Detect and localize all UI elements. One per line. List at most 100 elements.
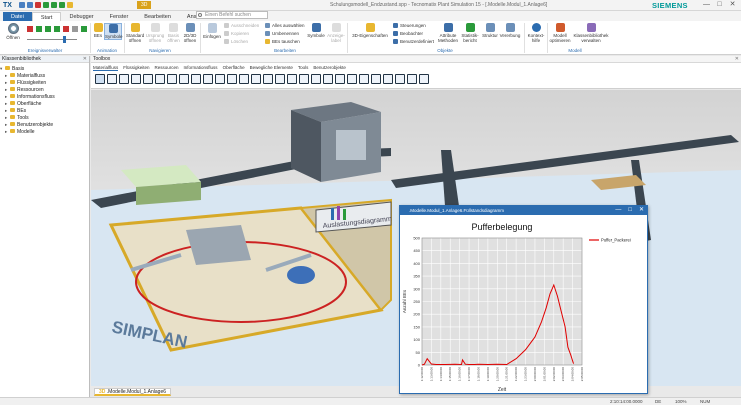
worker-icon[interactable] (407, 74, 417, 84)
toolbox-tab-tools[interactable]: Tools (298, 65, 309, 71)
station-icon[interactable] (167, 74, 177, 84)
tree-item-materialfluss[interactable]: ▸ Materialfluss (0, 72, 89, 79)
umbenennen-button[interactable]: Umbenennen (265, 31, 299, 37)
kontexthilfe-button[interactable]: Kontext-hilfe (527, 23, 545, 43)
twolanetrack-icon[interactable] (335, 74, 345, 84)
tree-item-ressourcen[interactable]: ▸ Ressourcen (0, 86, 89, 93)
symbole-button[interactable]: Symbole (104, 23, 123, 40)
reset-icon[interactable] (27, 26, 33, 32)
track-icon[interactable] (323, 74, 333, 84)
tree-item-fluessigkeiten[interactable]: ▸ Flüssigkeiten (0, 79, 89, 86)
tree-item-informationsfluss[interactable]: ▸ Informationsfluss (0, 93, 89, 100)
play-icon[interactable] (36, 26, 42, 32)
crane-icon[interactable] (383, 74, 393, 84)
maximize-button[interactable]: □ (628, 206, 632, 215)
open-button[interactable]: Öffnen (3, 23, 23, 40)
cycle-icon[interactable] (263, 74, 273, 84)
toolbox-tab-bewegliche-elemente[interactable]: Bewegliche Elemente (250, 65, 293, 71)
frame-icon[interactable] (131, 74, 141, 84)
placebuffer-icon[interactable] (239, 74, 249, 84)
network-icon[interactable] (419, 74, 429, 84)
angularconverter-icon[interactable] (287, 74, 297, 84)
kopieren-button[interactable]: Kopieren (224, 31, 249, 37)
chart-window-titlebar[interactable]: .Modelle.Modul_1.Anlage6.Füllstandsdiagr… (400, 206, 647, 215)
toolbox-tab-ressourcen[interactable]: Ressourcen (155, 65, 179, 71)
line-icon[interactable] (275, 74, 285, 84)
modell-optimieren-button[interactable]: Modell optimieren (548, 23, 572, 43)
step-icon[interactable] (45, 26, 51, 32)
tab-bearbeiten[interactable]: Bearbeiten (136, 12, 179, 21)
tree-item-benutzerobjekte[interactable]: ▸ Benutzerobjekte (0, 121, 89, 128)
steuerungen-button[interactable]: Steuerungen (393, 23, 426, 29)
sorter-icon[interactable] (251, 74, 261, 84)
slider-handle[interactable] (63, 36, 66, 43)
statistikbericht-button[interactable]: Statistik-bericht (460, 23, 480, 43)
minimize-button[interactable]: — (615, 206, 621, 215)
robot-base[interactable] (287, 266, 315, 284)
pointer-icon[interactable] (95, 74, 105, 84)
open-icon[interactable] (19, 2, 25, 8)
minimize-button[interactable]: — (700, 0, 713, 10)
attribute-methoden-button[interactable]: Attribute Methoden (437, 23, 459, 43)
robot-cell[interactable] (186, 225, 251, 265)
tab-datei[interactable]: Datei (3, 12, 32, 21)
skip-icon[interactable] (72, 26, 78, 32)
standard-open-button[interactable]: Standard öffnen (126, 23, 144, 43)
buffer-icon[interactable] (227, 74, 237, 84)
shift-icon[interactable] (215, 74, 225, 84)
source-icon[interactable] (143, 74, 153, 84)
toolbox-tab-materialfluss[interactable]: Materialfluss (93, 65, 119, 71)
rack-icon[interactable] (395, 74, 405, 84)
redo-icon[interactable] (67, 2, 73, 8)
pause-icon[interactable] (63, 26, 69, 32)
dismantle-icon[interactable] (203, 74, 213, 84)
close-icon[interactable]: ✕ (735, 56, 739, 63)
fast-forward-icon[interactable] (81, 26, 87, 32)
bes-tauschen-button[interactable]: BEs tauschen (265, 39, 300, 45)
beobachter-button[interactable]: Beobachter (393, 31, 423, 37)
tree-item-modelle[interactable]: ▸ Modelle (0, 128, 89, 135)
close-button[interactable]: ✕ (639, 206, 644, 215)
vererbung-button[interactable]: Vererbung (499, 23, 521, 38)
step-icon[interactable] (51, 2, 57, 8)
struktur-button[interactable]: Struktur (481, 23, 499, 38)
toolbox-tab-informationsfluss[interactable]: Informationsfluss (184, 65, 218, 71)
basis-open-button[interactable]: Basis öffnen (166, 23, 181, 43)
tree-item-bes[interactable]: ▸ BEs (0, 107, 89, 114)
bes-button[interactable]: BEs (92, 23, 104, 38)
toolbox-tab-benutzerobjekte[interactable]: Benutzerobjekte (313, 65, 346, 71)
command-search-input[interactable]: Einen Befehl suchen (196, 11, 268, 19)
eventcontroller-icon[interactable] (119, 74, 129, 84)
symbole-edit-button[interactable]: Symbole (306, 23, 326, 38)
ursprung-open-button[interactable]: Ursprung öffnen (145, 23, 165, 43)
view2d3d-open-button[interactable]: 2D/3D öffnen (182, 23, 198, 43)
tab-start[interactable]: Start (31, 12, 62, 21)
ausschneiden-button[interactable]: Ausschneiden (224, 23, 259, 29)
tab-fenster[interactable]: Fenster (102, 12, 137, 21)
tab-debugger[interactable]: Debugger (61, 12, 101, 21)
flowcontrol-icon[interactable] (371, 74, 381, 84)
context-tab-3d[interactable]: 3D (137, 1, 152, 9)
close-button[interactable]: ✕ (726, 0, 739, 10)
anzeige-label-button[interactable]: Anzeige-label (327, 23, 345, 43)
drain-icon[interactable] (155, 74, 165, 84)
alle-auswaehlen-button[interactable]: Alles auswählen (265, 23, 305, 29)
parallelstation-icon[interactable] (179, 74, 189, 84)
chart-window[interactable]: .Modelle.Modul_1.Anlage6.Füllstandsdiagr… (399, 205, 648, 394)
store-icon[interactable] (347, 74, 357, 84)
tree-item-oberflaeche[interactable]: ▸ Oberfläche (0, 100, 89, 107)
save-icon[interactable] (27, 2, 33, 8)
tree-item-basis[interactable]: ▾ Basis (0, 65, 89, 72)
document-tab[interactable]: 3D .Modelle.Modul_1.Anlage6 (94, 388, 172, 396)
toolbox-tab-fluessigkeiten[interactable]: Flüssigkeiten (123, 65, 149, 71)
stop-icon[interactable] (54, 26, 60, 32)
toolbox-tab-oberflaeche[interactable]: Oberfläche (223, 65, 245, 71)
reset-icon[interactable] (35, 2, 41, 8)
transfer-icon[interactable] (359, 74, 369, 84)
close-icon[interactable]: ✕ (83, 56, 87, 63)
klassenbibliothek-verwalten-button[interactable]: Klassenbibliothek verwalten (573, 23, 609, 43)
einfuegen-button[interactable]: Einfügen (202, 23, 222, 39)
turntable-icon[interactable] (299, 74, 309, 84)
speed-slider[interactable] (27, 36, 77, 43)
connector-icon[interactable] (107, 74, 117, 84)
